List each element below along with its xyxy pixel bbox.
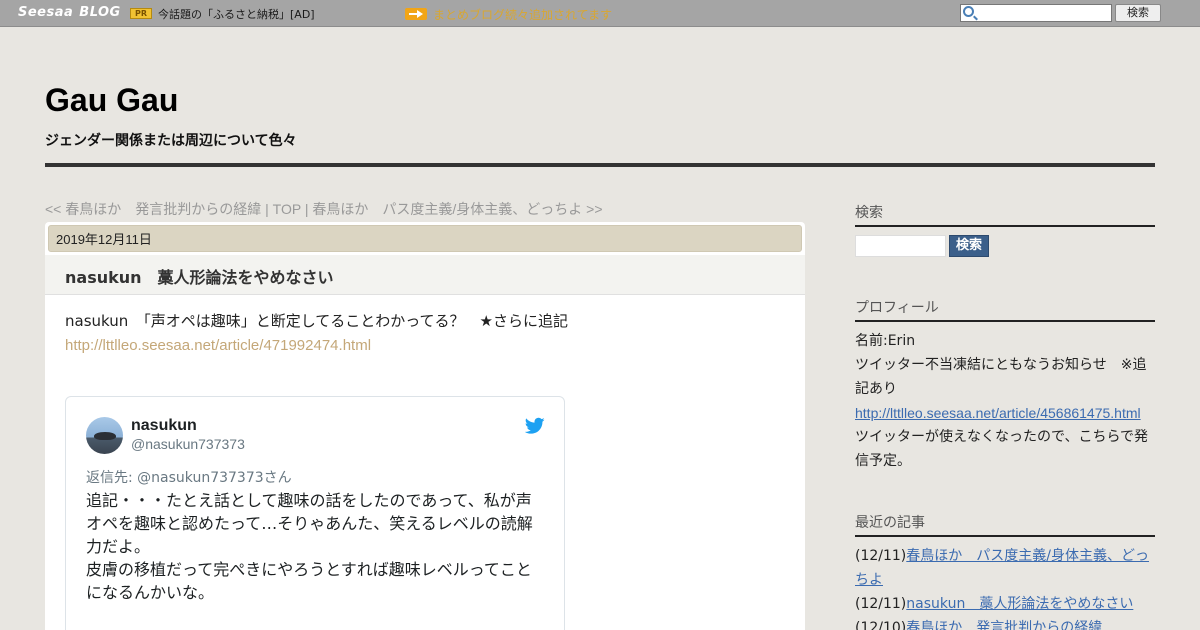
seesaa-blog-logo[interactable]: Seesaa BLOG [18,5,121,20]
profile-link[interactable]: http://lttlleo.seesaa.net/article/456861… [855,405,1141,421]
list-item: (12/11)nasukun 藁人形論法をやめなさい [855,592,1155,616]
next-article-link[interactable]: 春鳥ほか パス度主義/身体主義、どっちよ >> [312,201,602,217]
sidebar-search-heading: 検索 [855,202,1155,227]
recent-date: (12/10) [855,620,907,630]
tweet-reply-to[interactable]: 返信先: @nasukun737373さん [86,467,292,487]
pager-sep: | [300,201,313,217]
notice-link[interactable]: まとめブログ続々追加されてます [433,6,612,23]
top-search-button[interactable]: 検索 [1115,4,1161,22]
embedded-tweet[interactable]: nasukun @nasukun737373 返信先: @nasukun7373… [65,396,565,630]
profile-name: 名前:Erin [855,333,916,349]
recent-article-link[interactable]: 春鳥ほか 発言批判からの経緯 [906,620,1102,630]
article-date: 2019年12月11日 [48,225,802,252]
site-description: ジェンダー関係または周辺について色々 [45,133,297,149]
top-search-box[interactable] [960,4,1112,22]
tweet-author-name[interactable]: nasukun [131,417,197,435]
pager-sep: | [261,201,273,217]
sidebar-search-button[interactable]: 検索 [949,235,989,257]
profile-notice: ツイッター不当凍結にともなうお知らせ ※追記あり [855,357,1147,397]
recent-date: (12/11) [855,548,907,564]
article-pager: << 春鳥ほか 発言批判からの経緯 | TOP | 春鳥ほか パス度主義/身体主… [45,199,603,219]
top-search-input[interactable] [978,6,1108,20]
site-title[interactable]: Gau Gau [45,82,178,119]
tweet-author-handle[interactable]: @nasukun737373 [131,436,245,452]
tweet-text: 追記・・・たとえ話として趣味の話をしたのであって、私が声オペを趣味と認めたって…… [86,491,533,630]
avatar[interactable] [86,417,123,454]
list-item: (12/11)春鳥ほか パス度主義/身体主義、どっちよ [855,544,1155,592]
profile-link-wrap: http://lttlleo.seesaa.net/article/456861… [855,401,1155,426]
article-body-line: nasukun 「声オペは趣味」と断定してることわかってる？ ★さらに追記 [65,312,569,330]
sidebar-profile-heading: プロフィール [855,297,1155,322]
pr-badge: PR [130,8,152,19]
header-divider [45,163,1155,167]
article-link[interactable]: http://lttlleo.seesaa.net/article/471992… [65,337,371,354]
prev-article-link[interactable]: << 春鳥ほか 発言批判からの経緯 [45,201,261,217]
twitter-bird-icon[interactable] [525,417,545,435]
recent-date: (12/11) [855,596,907,612]
arrow-right-icon [405,8,427,20]
recent-article-link[interactable]: nasukun 藁人形論法をやめなさい [906,596,1133,612]
top-link[interactable]: TOP [273,201,301,217]
top-bar: Seesaa BLOG PR 今話題の「ふるさと納税」[AD] まとめブログ続々追… [0,0,1200,27]
list-item: (12/10)春鳥ほか 発言批判からの経緯 [855,616,1155,630]
profile-note: ツイッターが使えなくなったので、こちらで発信予定。 [855,429,1149,469]
pr-ad-link[interactable]: 今話題の「ふるさと納税」[AD] [158,6,315,22]
article-title[interactable]: nasukun 藁人形論法をやめなさい [65,264,334,288]
sidebar-recent-heading: 最近の記事 [855,512,1155,537]
sidebar-search-input[interactable] [855,235,946,257]
logo-main: Seesaa [18,5,74,20]
article-title-bar: nasukun 藁人形論法をやめなさい [45,255,805,295]
logo-sub: BLOG [79,5,121,20]
search-icon [963,6,974,17]
article: 2019年12月11日 nasukun 藁人形論法をやめなさい nasukun … [45,222,805,630]
